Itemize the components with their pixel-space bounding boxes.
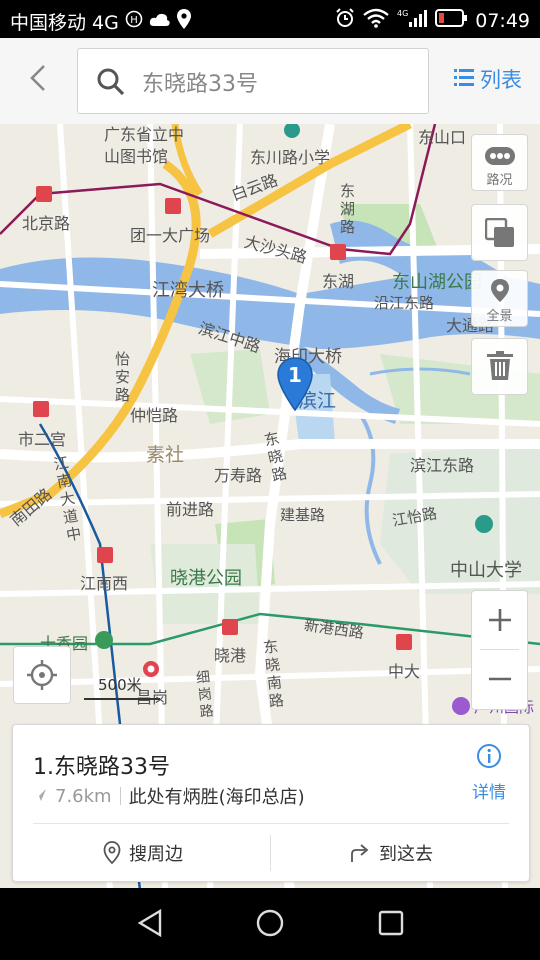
search-icon bbox=[96, 67, 126, 101]
cloud-icon bbox=[149, 11, 171, 33]
map-label: 中山大学 bbox=[450, 560, 522, 581]
go-here-label: 到这去 bbox=[379, 844, 433, 865]
result-title: 1.东晓路33号 bbox=[33, 755, 170, 780]
status-bar: 中国移动 4G H 4G 07:49 bbox=[0, 0, 540, 38]
circle-home-icon bbox=[256, 909, 284, 937]
map-label: 东川路小学 bbox=[250, 148, 331, 167]
clock: 07:49 bbox=[475, 9, 530, 32]
result-distance: 7.6km bbox=[55, 785, 112, 807]
list-label: 列表 bbox=[480, 68, 522, 92]
map-label: 仲恺路 bbox=[130, 406, 179, 425]
nav-back-button[interactable] bbox=[136, 908, 166, 942]
map-label: 东 湖 路 bbox=[340, 182, 356, 236]
result-subtitle: 7.6km 此处有炳胜(海印总店) bbox=[33, 783, 305, 809]
scale-label: 500米 bbox=[98, 676, 142, 694]
map-label: 建基路 bbox=[280, 506, 326, 524]
panorama-button[interactable]: 全景 bbox=[471, 270, 528, 327]
result-marker[interactable]: 1 bbox=[276, 356, 314, 412]
map-label: 怡 安 路 bbox=[115, 350, 131, 404]
zoom-out-button[interactable] bbox=[472, 650, 527, 708]
map-label: 北京路 bbox=[22, 214, 71, 233]
panorama-icon bbox=[489, 278, 511, 308]
traffic-icon bbox=[485, 147, 515, 169]
route-turn-icon bbox=[351, 844, 369, 862]
scale-line bbox=[84, 698, 160, 700]
map-label: 团一大广场 bbox=[130, 226, 211, 245]
hd-icon: H bbox=[125, 10, 143, 33]
panorama-label: 全景 bbox=[486, 309, 513, 324]
map-label: 素社 bbox=[146, 444, 185, 466]
map-label: 江南西 bbox=[80, 574, 129, 593]
detail-label: 详情 bbox=[472, 783, 506, 803]
map-label: 市二宫 bbox=[18, 430, 67, 449]
search-input-value[interactable]: 东晓路33号 bbox=[142, 66, 258, 98]
search-nearby-button[interactable]: 搜周边 bbox=[103, 825, 183, 881]
zoom-control bbox=[471, 590, 528, 710]
svg-text:H: H bbox=[130, 15, 138, 26]
map-label: 晓港公园 bbox=[170, 568, 242, 589]
result-card[interactable]: 1.东晓路33号 7.6km 此处有炳胜(海印总店) 详情 搜周边 到这去 bbox=[12, 724, 530, 882]
divider bbox=[33, 823, 509, 824]
detail-button[interactable]: 详情 bbox=[467, 743, 511, 803]
zoom-in-button[interactable] bbox=[472, 591, 527, 649]
map-label: 中大 bbox=[388, 662, 421, 681]
crosshair-icon bbox=[27, 660, 57, 690]
square-recents-icon bbox=[378, 910, 404, 936]
system-nav-bar bbox=[0, 888, 540, 960]
triangle-back-icon bbox=[137, 908, 162, 938]
plus-icon bbox=[488, 609, 511, 631]
signal-4g-icon: 4G bbox=[397, 8, 428, 33]
top-bar: 东晓路33号 列表 bbox=[0, 38, 540, 125]
map-label: 万寿路 bbox=[214, 466, 263, 485]
map-label: 滨江东路 bbox=[410, 456, 475, 475]
result-description: 此处有炳胜(海印总店) bbox=[128, 787, 305, 808]
nav-home-button[interactable] bbox=[255, 908, 285, 942]
search-nearby-label: 搜周边 bbox=[129, 844, 183, 865]
map-label: 东湖 bbox=[322, 272, 355, 291]
location-pin-outline-icon bbox=[103, 841, 121, 865]
trash-icon bbox=[487, 351, 513, 385]
map-label: 东山口 bbox=[418, 128, 467, 147]
minus-icon bbox=[488, 677, 511, 681]
battery-icon bbox=[435, 9, 468, 32]
marker-number: 1 bbox=[288, 363, 302, 387]
direction-arrow-icon bbox=[33, 786, 47, 807]
layers-icon bbox=[484, 217, 515, 252]
map-label: 晓港 bbox=[214, 646, 247, 665]
back-button[interactable] bbox=[22, 58, 58, 98]
map-label: 广东省立中 山图书馆 bbox=[104, 125, 185, 166]
layers-button[interactable] bbox=[471, 204, 528, 261]
traffic-label: 路况 bbox=[486, 173, 513, 188]
locate-button[interactable] bbox=[13, 646, 71, 704]
clear-button[interactable] bbox=[471, 338, 528, 395]
location-pin-icon bbox=[176, 9, 191, 34]
info-icon bbox=[477, 744, 501, 768]
divider bbox=[119, 787, 121, 805]
alarm-icon bbox=[335, 8, 355, 33]
wifi-icon bbox=[363, 8, 390, 33]
divider bbox=[270, 835, 271, 871]
map-label: 沿江东路 bbox=[374, 294, 435, 312]
search-box[interactable]: 东晓路33号 bbox=[77, 48, 429, 114]
list-icon bbox=[454, 67, 474, 91]
go-here-button[interactable]: 到这去 bbox=[349, 825, 433, 881]
list-button[interactable]: 列表 bbox=[454, 64, 522, 94]
scale-bar: 500米 bbox=[84, 674, 174, 704]
svg-text:4G: 4G bbox=[397, 9, 408, 18]
carrier-label: 中国移动 4G bbox=[10, 12, 119, 34]
traffic-button[interactable]: 路况 bbox=[471, 134, 528, 191]
map-label: 东山湖公园 bbox=[392, 272, 482, 293]
map-label: 江湾大桥 bbox=[152, 280, 224, 301]
map-label: 前进路 bbox=[166, 500, 215, 519]
nav-recents-button[interactable] bbox=[376, 908, 406, 942]
chevron-left-icon bbox=[30, 65, 45, 91]
